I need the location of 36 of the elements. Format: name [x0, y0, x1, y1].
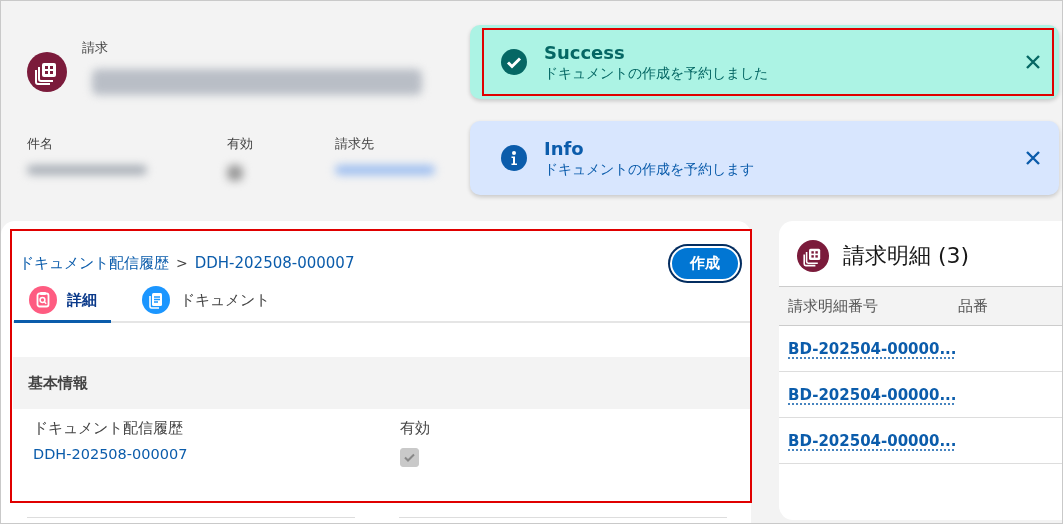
create-button[interactable]: 作成: [670, 245, 740, 281]
section-header: 基本情報: [13, 357, 750, 409]
object-label: 請求: [82, 39, 109, 57]
list-title: 請求明細 (3): [843, 242, 970, 270]
documents-icon: [142, 286, 170, 314]
field-label: ドキュメント配信履歴: [33, 419, 184, 438]
toast-title: Info: [544, 137, 585, 159]
clipboard-search-icon: [29, 286, 57, 314]
record-link[interactable]: DDH-202508-000007: [33, 446, 400, 462]
field-label: 有効: [227, 135, 254, 153]
toast-message: ドキュメントの作成を予約しました: [544, 64, 769, 83]
column-header: 請求明細番号: [788, 296, 879, 316]
field-label: 請求先: [335, 135, 375, 153]
record-link[interactable]: BD-202504-00000...: [788, 385, 957, 404]
toast-title: Success: [544, 41, 626, 63]
close-icon: [1026, 151, 1040, 165]
tab[interactable]: 詳細: [14, 280, 111, 323]
redacted-value: [227, 165, 243, 181]
field-label: 件名: [27, 135, 54, 153]
column-header: 品番: [958, 296, 988, 316]
field-label: 有効: [400, 419, 430, 438]
close-button[interactable]: [1024, 149, 1042, 167]
info-icon: [501, 145, 527, 171]
record-icon: [27, 52, 67, 92]
record-link[interactable]: BD-202504-00000...: [788, 339, 957, 358]
record-link[interactable]: BD-202504-00000...: [788, 431, 957, 450]
toast-message: ドキュメントの作成を予約します: [544, 160, 755, 179]
check-circle-icon: [501, 49, 527, 75]
check-icon: [404, 453, 415, 462]
breadcrumb-link[interactable]: ドキュメント配信履歴: [19, 253, 169, 273]
breadcrumb-link[interactable]: DDH-202508-000007: [194, 254, 355, 272]
close-button[interactable]: [1024, 53, 1042, 71]
breadcrumb-separator: >: [176, 255, 188, 271]
close-icon: [1026, 55, 1040, 69]
record-icon: [797, 240, 829, 272]
tab[interactable]: ドキュメント: [127, 280, 284, 323]
